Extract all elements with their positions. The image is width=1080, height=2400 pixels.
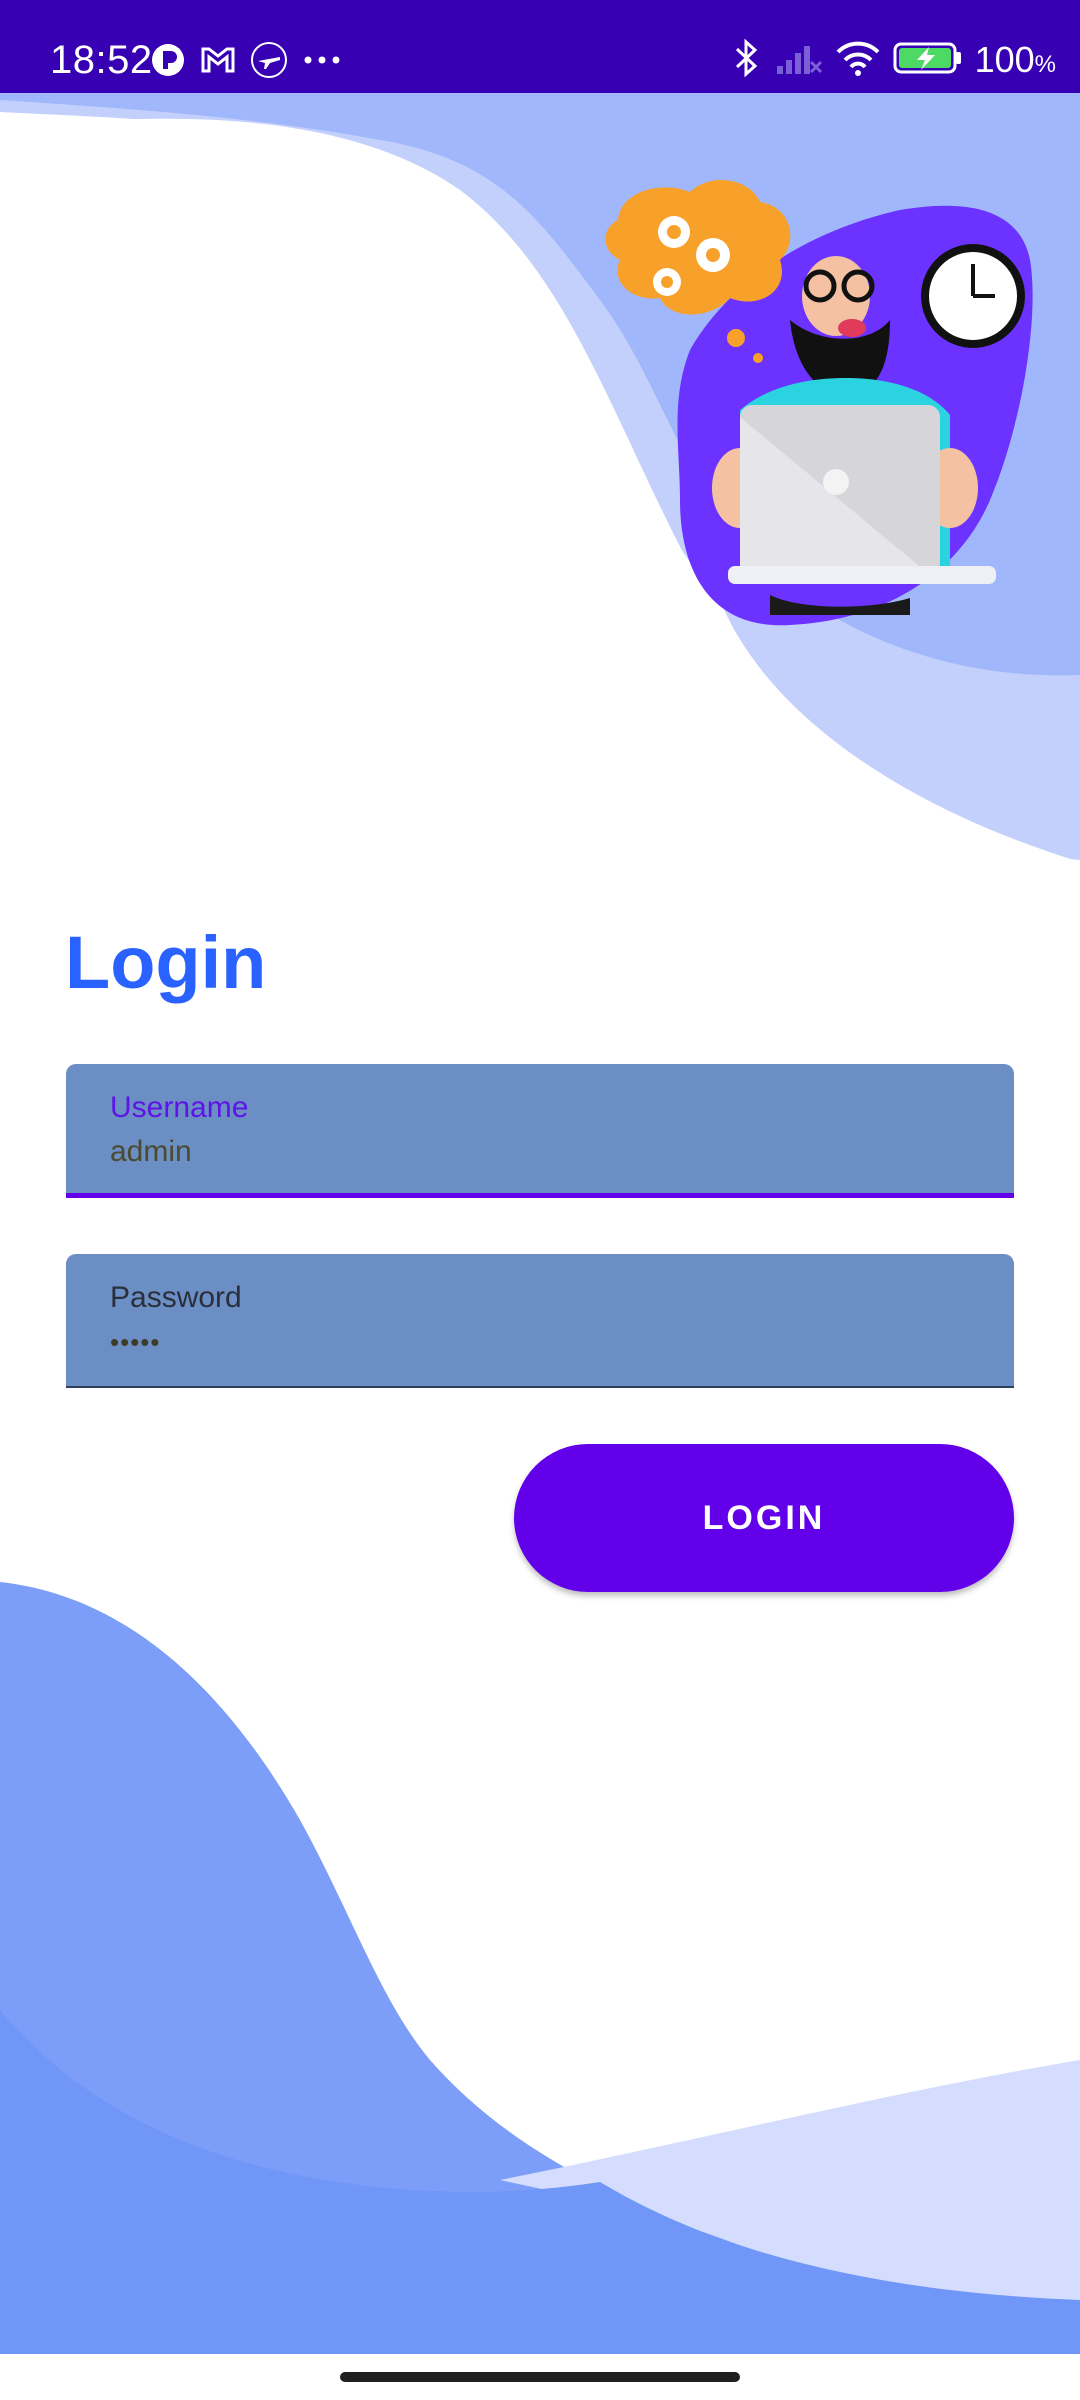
- wifi-icon: [835, 39, 881, 82]
- gmail-icon: [200, 45, 236, 75]
- login-screen: 18:52 100% Login Username admin Password…: [0, 0, 1080, 2400]
- bluetooth-icon: [729, 38, 763, 83]
- password-field[interactable]: Password: [66, 1254, 1014, 1388]
- username-field[interactable]: Username: [66, 1064, 1014, 1198]
- battery-charging-icon: [893, 40, 963, 81]
- clock-icon: [921, 244, 1025, 348]
- more-dots-icon: [302, 54, 342, 66]
- login-button[interactable]: LOGIN: [514, 1444, 1014, 1592]
- home-indicator[interactable]: [340, 2372, 740, 2382]
- system-icons: 100%: [729, 36, 1056, 84]
- page-title: Login: [65, 921, 267, 1004]
- no-signal-icon: [775, 40, 823, 81]
- status-bar: 18:52 100%: [0, 0, 1080, 93]
- battery-percent: 100%: [974, 39, 1056, 80]
- status-time: 18:52: [50, 38, 153, 82]
- username-label: Username: [110, 1091, 249, 1124]
- r-badge-icon: [150, 42, 186, 78]
- username-input[interactable]: [110, 1132, 970, 1172]
- developer-illustration: [605, 179, 1033, 626]
- password-label: Password: [110, 1281, 242, 1314]
- password-input[interactable]: [110, 1322, 970, 1362]
- notification-icons: [150, 38, 342, 82]
- airplane-app-icon: [250, 41, 288, 79]
- navigation-bar: [0, 2354, 1080, 2400]
